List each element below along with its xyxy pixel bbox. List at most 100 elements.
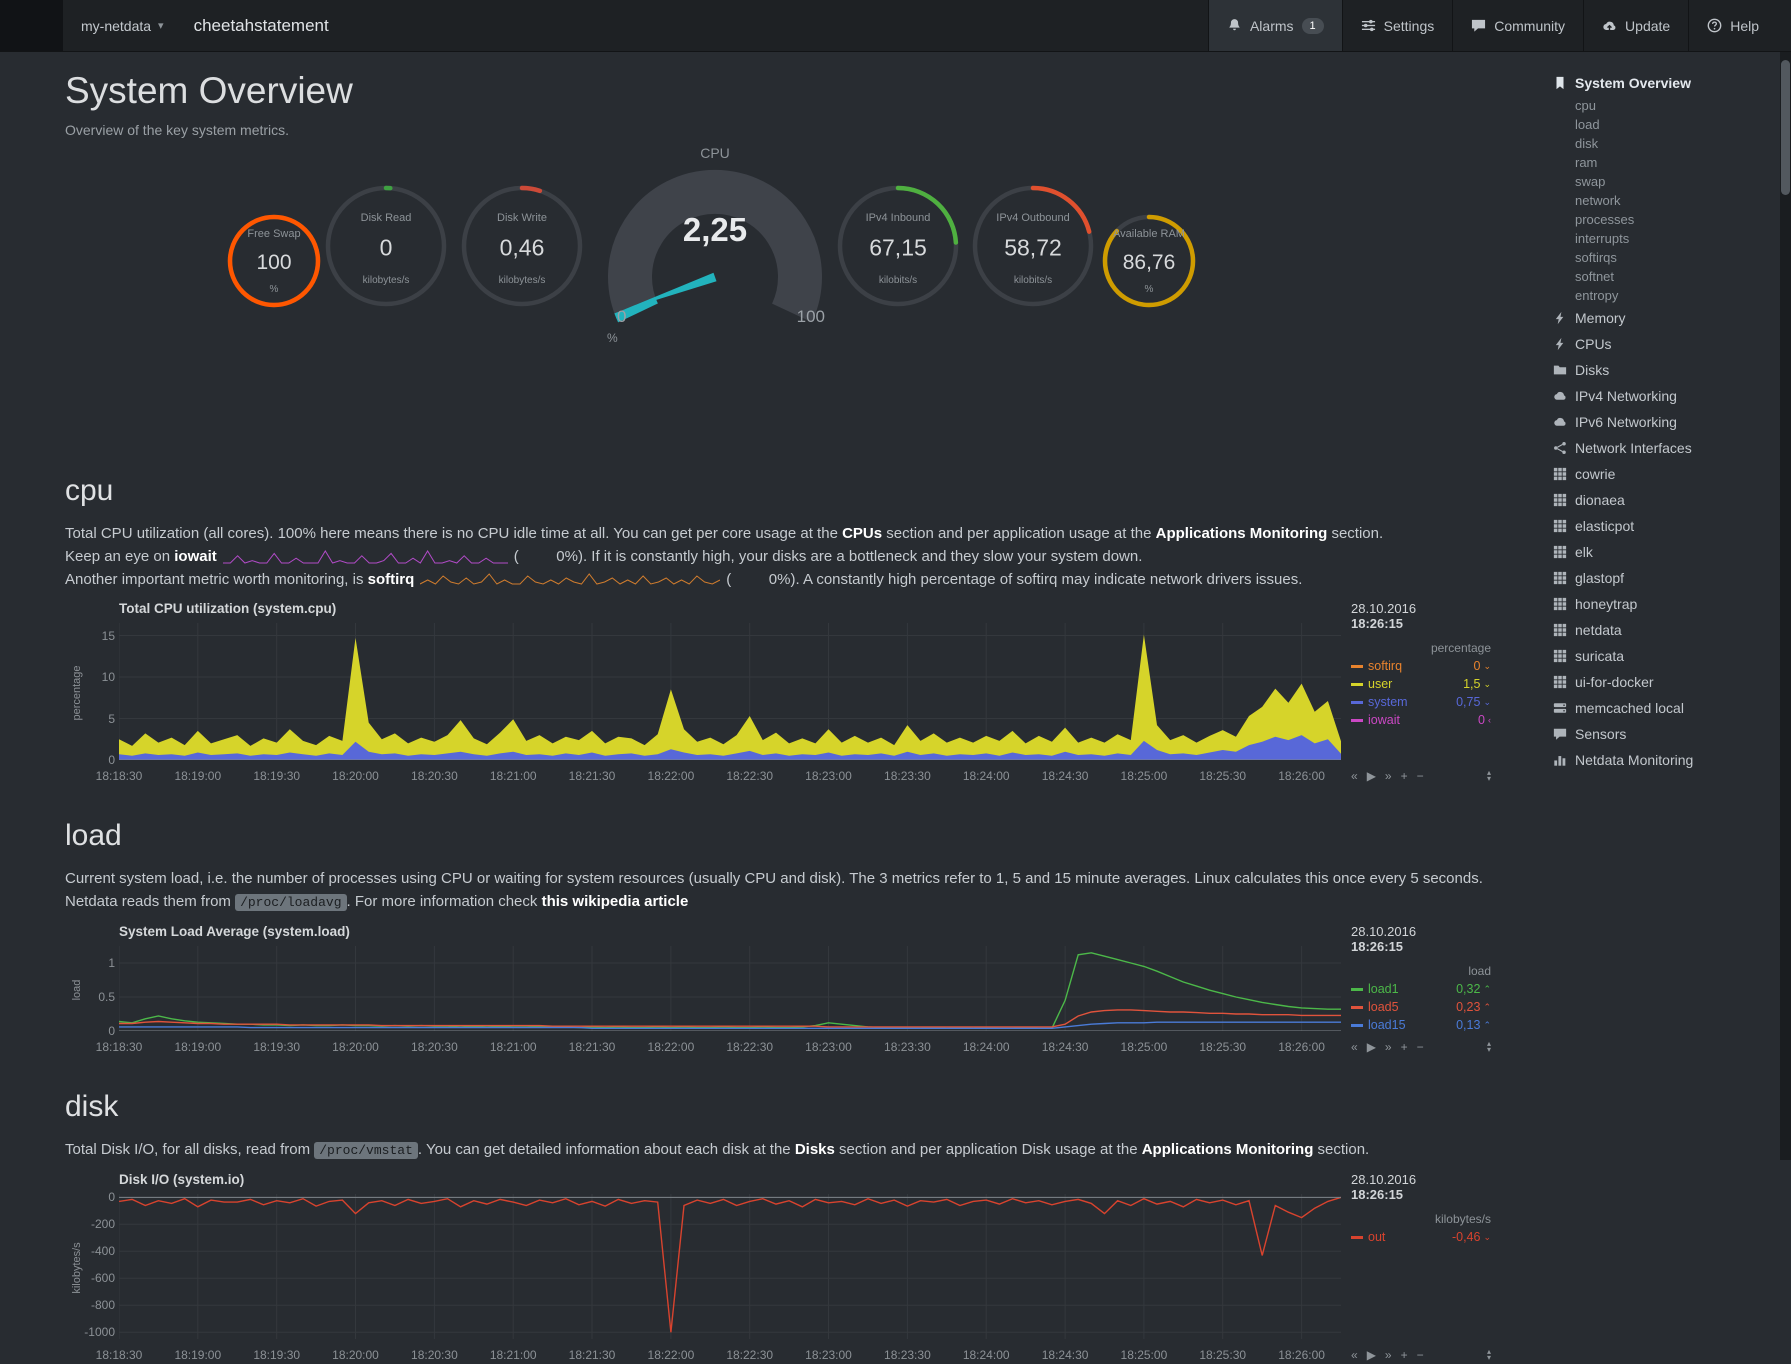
chart-plot-area[interactable] <box>119 1194 1341 1344</box>
legend-series-out[interactable]: out -0,46 ⌄ <box>1351 1230 1491 1244</box>
sidebar-item-glastopf[interactable]: glastopf <box>1553 565 1783 591</box>
zoom-out-icon[interactable]: − <box>1417 1348 1424 1362</box>
sidebar-subitem-cpu[interactable]: cpu <box>1553 96 1783 115</box>
x-tick-label: 18:24:00 <box>946 769 1026 783</box>
legend-series-load15[interactable]: load15 0,13 ⌃ <box>1351 1018 1491 1032</box>
y-axis-title: percentage <box>65 601 89 785</box>
section-description-block: Total Disk I/O, for all disks, read from… <box>65 1138 1505 1162</box>
gauge-value: 0,46 <box>459 234 585 261</box>
inline-link[interactable]: Applications Monitoring <box>1142 1141 1314 1158</box>
chart-plot-area[interactable] <box>119 623 1341 765</box>
softirq-sparkline[interactable] <box>420 572 720 588</box>
easypie-free-swap[interactable]: Free Swap 100 % <box>225 212 323 315</box>
legend-series-user[interactable]: user 1,5 ⌄ <box>1351 677 1491 691</box>
easypie-ipv4-outbound[interactable]: IPv4 Outbound 58,72 kilobits/s <box>970 183 1096 314</box>
hostname: cheetahstatement <box>194 0 329 51</box>
sidebar-item-cowrie[interactable]: cowrie <box>1553 461 1783 487</box>
pan-left-icon[interactable]: « <box>1351 1040 1358 1054</box>
zoom-in-icon[interactable]: + <box>1401 1040 1408 1054</box>
sidebar-item-ui-for-docker[interactable]: ui-for-docker <box>1553 669 1783 695</box>
pan-left-icon[interactable]: « <box>1351 1348 1358 1362</box>
sidebar-item-memory[interactable]: Memory <box>1553 305 1783 331</box>
inline-link[interactable]: this wikipedia article <box>542 893 689 910</box>
easypie-ipv4-inbound[interactable]: IPv4 Inbound 67,15 kilobits/s <box>835 183 961 314</box>
zoom-out-icon[interactable]: − <box>1417 1040 1424 1054</box>
nav-help[interactable]: Help <box>1688 0 1777 51</box>
inline-link[interactable]: Disks <box>795 1141 835 1158</box>
resize-down-icon[interactable]: ▾ <box>1487 1355 1491 1361</box>
y-tick-label: 10 <box>102 670 115 684</box>
sidebar-subitem-softirqs[interactable]: softirqs <box>1553 248 1783 267</box>
legend-series-load5[interactable]: load5 0,23 ⌃ <box>1351 1000 1491 1014</box>
zoom-in-icon[interactable]: + <box>1401 769 1408 783</box>
question-icon <box>1707 18 1722 33</box>
section-heading: load <box>65 819 1505 853</box>
sidebar-subitem-softnet[interactable]: softnet <box>1553 267 1783 286</box>
nav-settings[interactable]: Settings <box>1342 0 1453 51</box>
sidebar-item-sensors[interactable]: Sensors <box>1553 721 1783 747</box>
play-icon[interactable]: ▶ <box>1367 1348 1376 1362</box>
sidebar-subitem-entropy[interactable]: entropy <box>1553 286 1783 305</box>
sidebar-subitem-disk[interactable]: disk <box>1553 134 1783 153</box>
play-icon[interactable]: ▶ <box>1367 769 1376 783</box>
easypie-available-ram[interactable]: Available RAM 86,76 % <box>1100 212 1198 315</box>
scrollbar-thumb[interactable] <box>1781 60 1790 195</box>
sidebar-item-honeytrap[interactable]: honeytrap <box>1553 591 1783 617</box>
sidebar-item-disks[interactable]: Disks <box>1553 357 1783 383</box>
sidebar-subitem-processes[interactable]: processes <box>1553 210 1783 229</box>
easypie-disk-read[interactable]: Disk Read 0 kilobytes/s <box>323 183 449 314</box>
sidebar-item-elasticpot[interactable]: elasticpot <box>1553 513 1783 539</box>
sidebar-item-dionaea[interactable]: dionaea <box>1553 487 1783 513</box>
nav-community[interactable]: Community <box>1452 0 1583 51</box>
pan-right-icon[interactable]: » <box>1385 1040 1392 1054</box>
folder-icon <box>1553 363 1567 377</box>
sidebar-subitem-load[interactable]: load <box>1553 115 1783 134</box>
x-tick-label: 18:24:00 <box>946 1348 1026 1362</box>
legend-series-load1[interactable]: load1 0,32 ⌃ <box>1351 982 1491 996</box>
pan-left-icon[interactable]: « <box>1351 769 1358 783</box>
sidebar-item-elk[interactable]: elk <box>1553 539 1783 565</box>
iowait-sparkline[interactable] <box>223 549 508 565</box>
zoom-in-icon[interactable]: + <box>1401 1348 1408 1362</box>
play-icon[interactable]: ▶ <box>1367 1040 1376 1054</box>
nav-alarms[interactable]: Alarms1 <box>1208 0 1342 51</box>
sidebar-item-network-interfaces[interactable]: Network Interfaces <box>1553 435 1783 461</box>
sidebar-item-suricata[interactable]: suricata <box>1553 643 1783 669</box>
sidebar-item-cpus[interactable]: CPUs <box>1553 331 1783 357</box>
sidebar-subitem-network[interactable]: network <box>1553 191 1783 210</box>
grid-icon <box>1553 597 1567 611</box>
scrollbar-track[interactable] <box>1780 52 1791 1160</box>
sidebar-item-netdata[interactable]: netdata <box>1553 617 1783 643</box>
sidebar-item-ipv4-networking[interactable]: IPv4 Networking <box>1553 383 1783 409</box>
resize-handle[interactable]: ▴ ▾ <box>1487 1041 1491 1053</box>
pan-right-icon[interactable]: » <box>1385 769 1392 783</box>
legend-series-iowait[interactable]: iowait 0 ‹ <box>1351 713 1491 727</box>
gauge-unit: kilobits/s <box>970 275 1096 286</box>
pan-right-icon[interactable]: » <box>1385 1348 1392 1362</box>
chart-plot-area[interactable] <box>119 946 1341 1036</box>
sidebar-item-memcached-local[interactable]: memcached local <box>1553 695 1783 721</box>
resize-handle[interactable]: ▴ ▾ <box>1487 1349 1491 1361</box>
description-text: iowait <box>174 548 217 565</box>
sidebar-subitem-interrupts[interactable]: interrupts <box>1553 229 1783 248</box>
inline-link[interactable]: CPUs <box>842 525 882 542</box>
easypie-disk-write[interactable]: Disk Write 0,46 kilobytes/s <box>459 183 585 314</box>
my-netdata-dropdown[interactable]: my-netdata ▾ <box>63 0 182 51</box>
series-value: 0,75 <box>1456 695 1480 709</box>
legend-series-softirq[interactable]: softirq 0 ⌄ <box>1351 659 1491 673</box>
zoom-out-icon[interactable]: − <box>1417 769 1424 783</box>
nav-update[interactable]: Update <box>1583 0 1688 51</box>
resize-down-icon[interactable]: ▾ <box>1487 776 1491 782</box>
sidebar-subitem-swap[interactable]: swap <box>1553 172 1783 191</box>
resize-down-icon[interactable]: ▾ <box>1487 1047 1491 1053</box>
sidebar-item-ipv6-networking[interactable]: IPv6 Networking <box>1553 409 1783 435</box>
resize-handle[interactable]: ▴ ▾ <box>1487 770 1491 782</box>
sidebar-item-system-overview[interactable]: System Overview <box>1553 70 1783 96</box>
nav-settings-label: Settings <box>1384 18 1435 34</box>
legend-series-system[interactable]: system 0,75 ⌄ <box>1351 695 1491 709</box>
inline-link[interactable]: Applications Monitoring <box>1156 525 1328 542</box>
cpu-gauge[interactable]: CPU 2,25 0 100 % <box>595 145 835 350</box>
sidebar-item-netdata-monitoring[interactable]: Netdata Monitoring <box>1553 747 1783 773</box>
sidebar-subitem-ram[interactable]: ram <box>1553 153 1783 172</box>
legend-date: 28.10.2016 <box>1351 924 1491 939</box>
